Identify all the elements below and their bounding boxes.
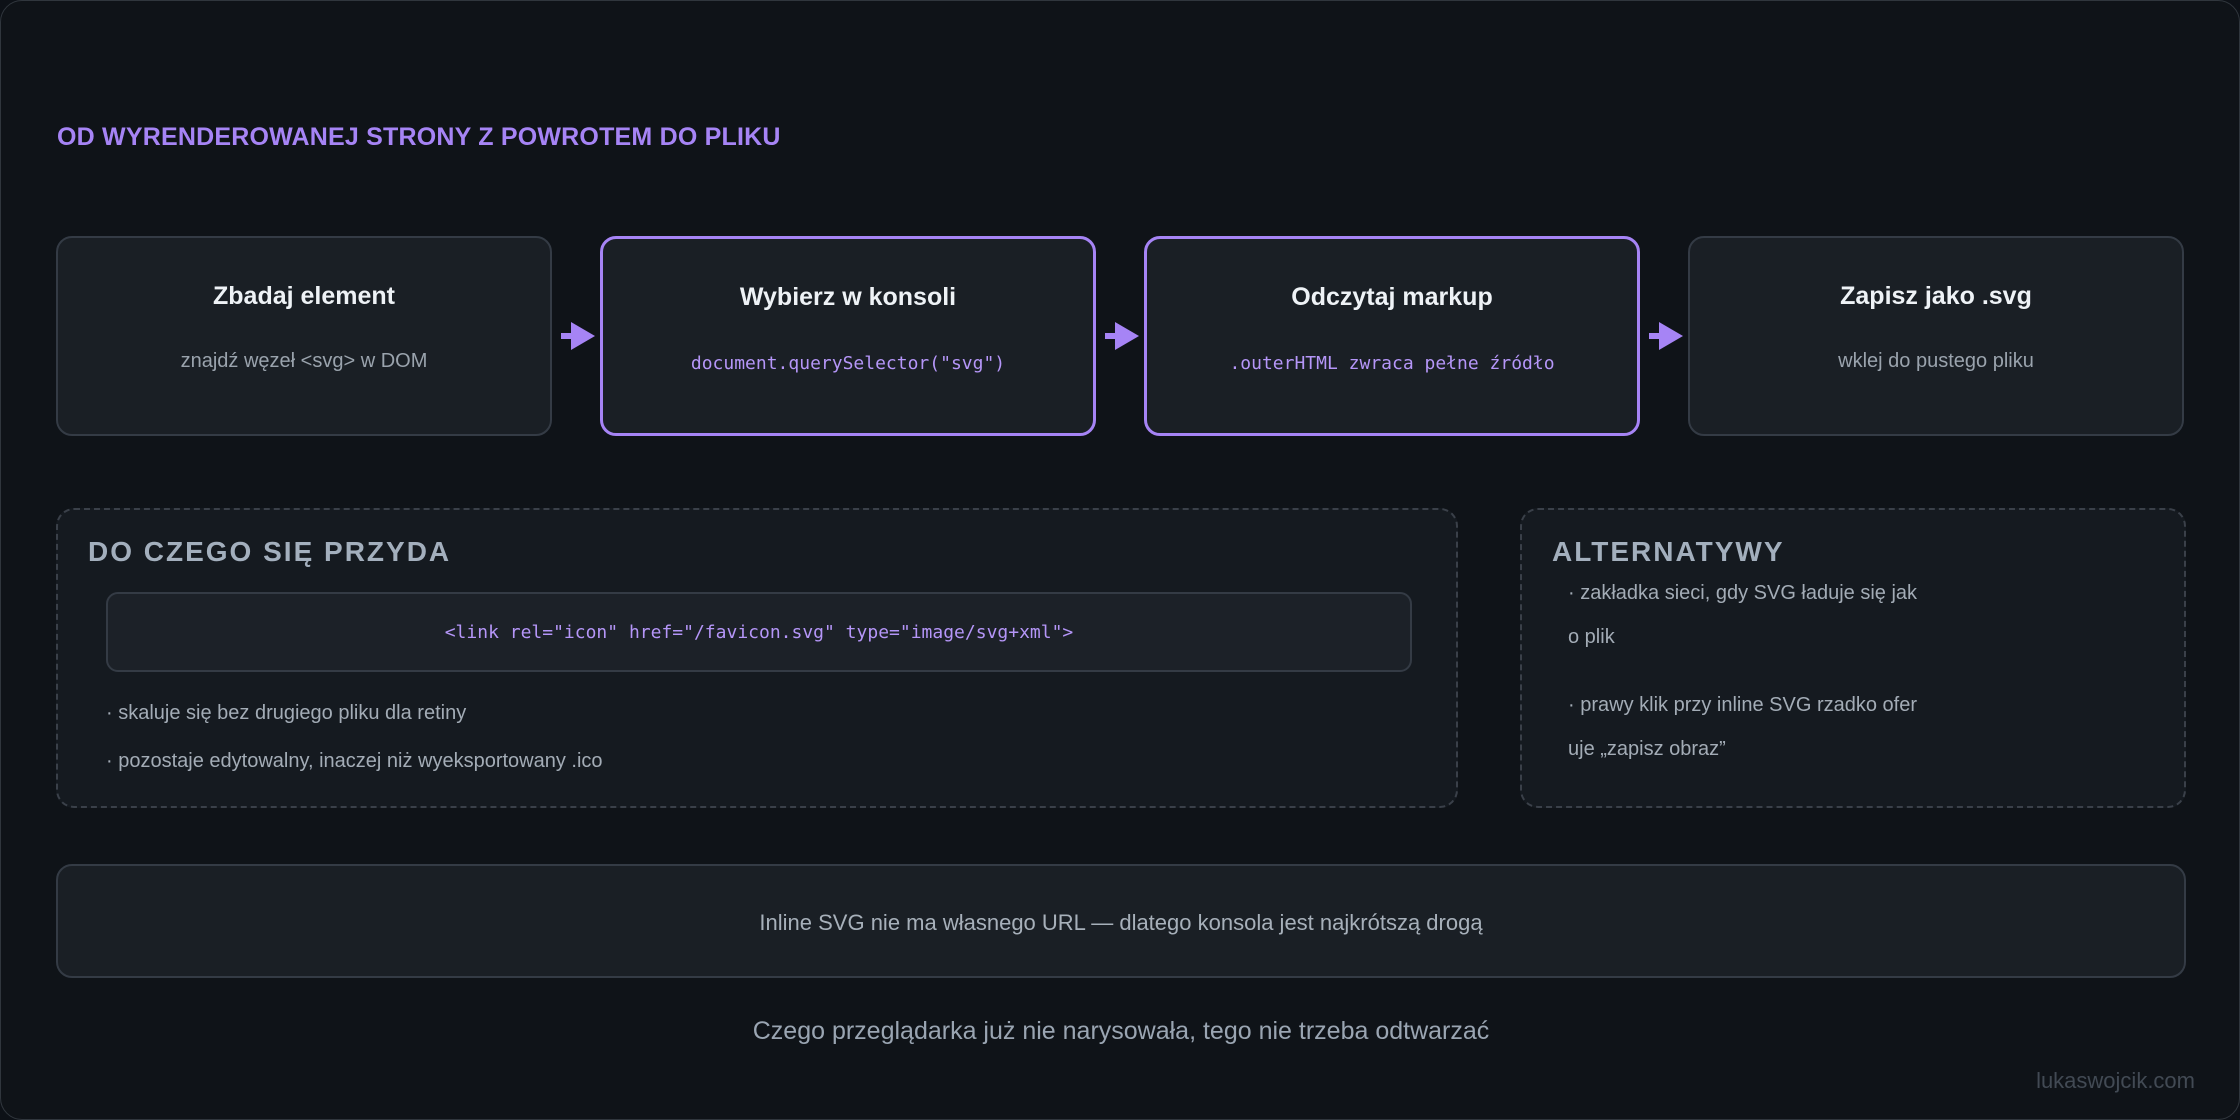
step-title: Zbadaj element (213, 282, 395, 310)
step-inspect-element: Zbadaj element znajdź węzeł <svg> w DOM (56, 236, 552, 436)
arrow-right-icon (561, 322, 595, 350)
note-text: Inline SVG nie ma własnego URL — dlatego… (759, 910, 1483, 935)
step-select-in-console: Wybierz w konsoli document.querySelector… (600, 236, 1096, 436)
step-subtitle-code: document.querySelector("svg") (690, 353, 1006, 374)
signature: lukaswojcik.com (2036, 1068, 2195, 1093)
alternative-line: · zakładka sieci, gdy SVG ładuje się jak (1568, 582, 1918, 604)
step-save-as-svg: Zapisz jako .svg wklej do pustego pliku (1688, 236, 2184, 436)
alternative-line: o plik (1568, 626, 1615, 648)
alternatives-panel: ALTERNATYWY · zakładka sieci, gdy SVG ła… (1520, 508, 2186, 808)
step-title: Odczytaj markup (1291, 283, 1493, 311)
uses-panel: DO CZEGO SIĘ PRZYDA <link rel="icon" hre… (56, 508, 1458, 808)
step-title: Wybierz w konsoli (739, 283, 957, 311)
panel-title: DO CZEGO SIĘ PRZYDA (88, 536, 452, 567)
alternative-line: uje „zapisz obraz” (1568, 738, 1726, 760)
note-box: Inline SVG nie ma własnego URL — dlatego… (56, 864, 2186, 978)
alternative-line: · prawy klik przy inline SVG rzadko ofer (1568, 694, 1918, 716)
step-read-markup: Odczytaj markup .outerHTML zwraca pełne … (1144, 236, 1640, 436)
bullet-item: · pozostaje edytowalny, inaczej niż wyek… (106, 750, 603, 772)
diagram-frame: OD WYRENDEROWANEJ STRONY Z POWROTEM DO P… (0, 0, 2240, 1120)
caption: Czego przeglądarka już nie narysowała, t… (752, 1017, 1490, 1045)
arrow-right-icon (1649, 322, 1683, 350)
step-title: Zapisz jako .svg (1840, 282, 2032, 310)
step-subtitle: znajdź węzeł <svg> w DOM (180, 350, 428, 372)
step-subtitle: wklej do pustego pliku (1838, 350, 2034, 372)
bullet-item: · skaluje się bez drugiego pliku dla ret… (106, 702, 467, 724)
step-subtitle-code: .outerHTML zwraca pełne źródło (1229, 353, 1555, 374)
code-snippet: <link rel="icon" href="/favicon.svg" typ… (106, 592, 1412, 672)
arrow-right-icon (1105, 322, 1139, 350)
code-snippet-text: <link rel="icon" href="/favicon.svg" typ… (444, 622, 1074, 643)
diagram-title: OD WYRENDEROWANEJ STRONY Z POWROTEM DO P… (57, 123, 781, 151)
panel-title: ALTERNATYWY (1552, 536, 1785, 567)
